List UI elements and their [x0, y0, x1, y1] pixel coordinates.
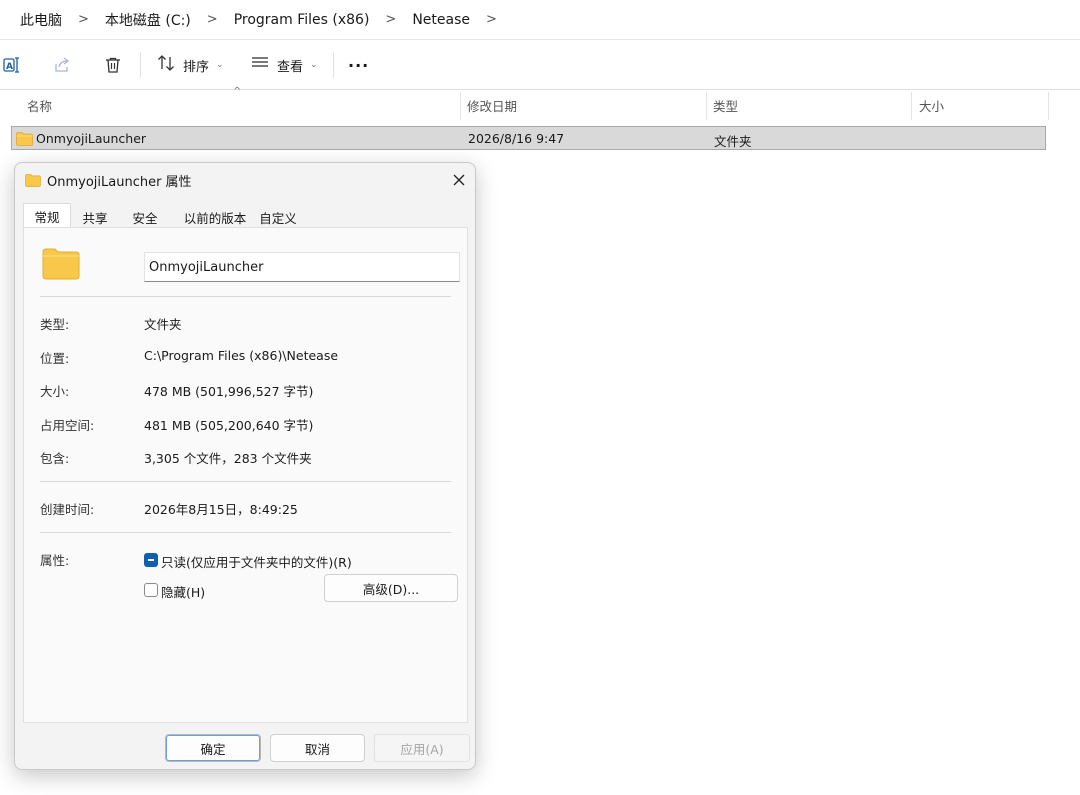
view-list-icon [251, 54, 269, 76]
readonly-checkbox[interactable] [144, 553, 158, 567]
type-value: 文件夹 [144, 317, 182, 332]
tab-customize[interactable]: 自定义 [255, 205, 301, 229]
breadcrumb-item-program-files[interactable]: Program Files (x86) [234, 12, 370, 28]
folder-icon [16, 131, 33, 150]
breadcrumb: 此电脑 > 本地磁盘 (C:) > Program Files (x86) > … [0, 0, 1080, 40]
file-type: 文件夹 [714, 134, 752, 149]
column-divider[interactable] [460, 92, 461, 120]
cancel-button[interactable]: 取消 [270, 734, 365, 762]
size-on-disk-value: 481 MB (505,200,640 字节) [144, 418, 314, 433]
divider [40, 481, 451, 482]
tab-previous-versions[interactable]: 以前的版本 [177, 205, 253, 229]
attributes-label: 属性: [40, 553, 70, 568]
apply-button[interactable]: 应用(A) [374, 734, 470, 762]
size-value: 478 MB (501,996,527 字节) [144, 384, 314, 399]
column-divider[interactable] [706, 92, 707, 120]
created-label: 创建时间: [40, 502, 95, 517]
sort-button[interactable]: 排序 ⌄ [157, 54, 224, 76]
svg-text:A: A [6, 62, 13, 72]
divider [40, 532, 451, 533]
breadcrumb-item-local-disk[interactable]: 本地磁盘 (C:) [105, 10, 191, 30]
folder-icon [25, 172, 41, 191]
delete-icon[interactable] [102, 54, 124, 76]
sort-ascending-icon: ^ [233, 86, 242, 97]
chevron-down-icon: ⌄ [216, 60, 224, 70]
view-button[interactable]: 查看 ⌄ [251, 54, 318, 76]
command-bar: A 排序 ⌄ 查看 ⌄ ··· [0, 40, 1080, 90]
ok-button[interactable]: 确定 [165, 734, 261, 762]
location-value: C:\Program Files (x86)\Netease [144, 348, 339, 363]
chevron-right-icon[interactable]: > [385, 12, 396, 27]
type-label: 类型: [40, 317, 70, 332]
divider [40, 296, 451, 297]
size-on-disk-label: 占用空间: [40, 418, 95, 433]
column-divider[interactable] [1048, 92, 1049, 120]
hidden-label[interactable]: 隐藏(H) [161, 582, 205, 601]
chevron-down-icon: ⌄ [310, 60, 318, 70]
breadcrumb-item-this-pc[interactable]: 此电脑 [20, 10, 62, 30]
close-icon[interactable] [447, 168, 471, 192]
toolbar-divider [333, 52, 334, 78]
readonly-label[interactable]: 只读(仅应用于文件夹中的文件)(R) [161, 552, 352, 571]
share-icon[interactable] [51, 54, 73, 76]
folder-name-input[interactable]: OnmyojiLauncher [144, 252, 460, 282]
location-label: 位置: [40, 351, 70, 366]
sort-icon [157, 54, 175, 76]
column-header-type[interactable]: 类型 [713, 91, 738, 119]
large-folder-icon [42, 248, 80, 284]
advanced-button[interactable]: 高级(D)... [324, 574, 458, 602]
chevron-right-icon[interactable]: > [78, 12, 89, 27]
file-row-selected[interactable]: OnmyojiLauncher 2026/8/16 9:47 文件夹 [11, 126, 1046, 150]
contains-label: 包含: [40, 451, 70, 466]
file-name: OnmyojiLauncher [36, 131, 147, 146]
more-options-button[interactable]: ··· [348, 54, 369, 76]
breadcrumb-item-netease[interactable]: Netease [412, 12, 470, 28]
hidden-checkbox[interactable] [144, 583, 158, 597]
toolbar-divider [140, 52, 141, 78]
created-value: 2026年8月15日，8:49:25 [144, 502, 298, 517]
rename-icon[interactable]: A [1, 54, 23, 76]
file-modified: 2026/8/16 9:47 [468, 131, 565, 146]
sort-label: 排序 [183, 59, 210, 75]
view-label: 查看 [277, 59, 304, 75]
tab-general[interactable]: 常规 [23, 203, 71, 229]
tab-sharing[interactable]: 共享 [75, 205, 115, 229]
column-header-size[interactable]: 大小 [919, 91, 944, 119]
chevron-right-icon[interactable]: > [486, 12, 497, 27]
chevron-right-icon[interactable]: > [207, 12, 218, 27]
column-header-modified[interactable]: 修改日期 [467, 91, 517, 119]
general-tab-panel: OnmyojiLauncher 类型: 文件夹 位置: C:\Program F… [23, 227, 468, 723]
dialog-title: OnmyojiLauncher 属性 [47, 175, 192, 190]
column-header-name[interactable]: 名称 [27, 91, 52, 119]
tab-security[interactable]: 安全 [125, 205, 165, 229]
contains-value: 3,305 个文件，283 个文件夹 [144, 451, 312, 466]
size-label: 大小: [40, 384, 70, 399]
properties-dialog: OnmyojiLauncher 属性 常规 共享 安全 以前的版本 自定义 On… [14, 162, 476, 770]
column-divider[interactable] [911, 92, 912, 120]
